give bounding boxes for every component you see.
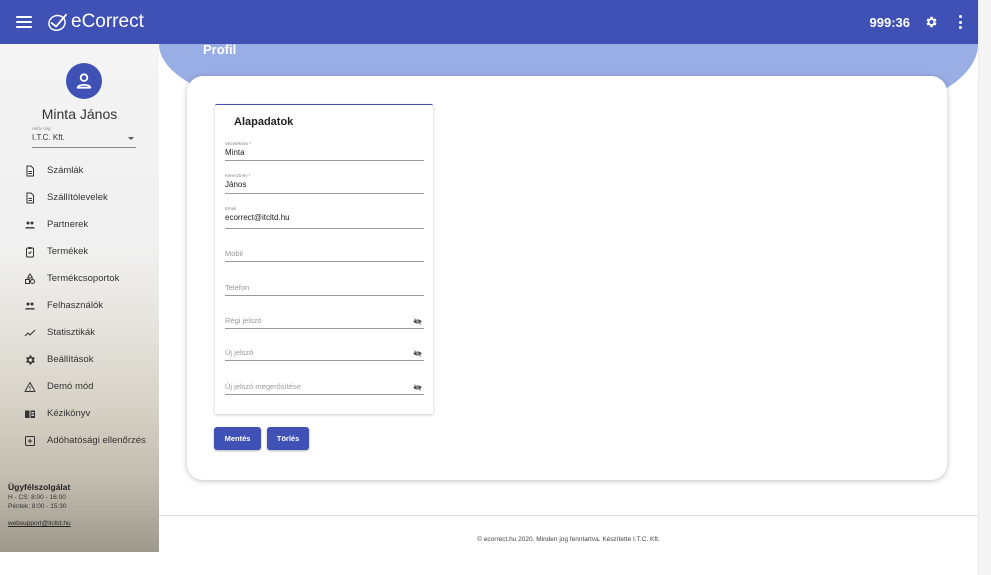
company-select-value: I.T.C. Kft.: [32, 133, 65, 142]
save-button[interactable]: Mentés: [214, 427, 261, 450]
phone-field[interactable]: Telefon: [225, 283, 424, 296]
new-password-field[interactable]: Új jelszó: [225, 348, 424, 361]
phone-placeholder: Telefon: [225, 283, 250, 292]
gear-icon: [26, 355, 35, 365]
page-title: Profil: [203, 42, 237, 57]
footer: © ecorrect.hu 2020. Minden jog fenntartv…: [159, 515, 978, 552]
footer-text: © ecorrect.hu 2020. Minden jog fenntartv…: [477, 536, 660, 543]
firstname-value: János: [225, 180, 247, 189]
sidebar-item-felhasznalok[interactable]: Felhasználók: [0, 292, 159, 319]
sidebar-item-beallitasok[interactable]: Beállítások: [0, 346, 159, 373]
sidebar-item-adohatosagi-ellenorzes[interactable]: Adóhatósági ellenőrzés: [0, 427, 159, 454]
people-icon: [25, 302, 35, 309]
more-vert-icon[interactable]: [958, 15, 962, 29]
mobile-placeholder: Mobil: [225, 249, 243, 258]
sidebar-item-label: Szállítólevelek: [47, 192, 108, 203]
sidebar-item-demo-mod[interactable]: Demó mód: [0, 373, 159, 400]
sidebar-item-label: Termékek: [47, 246, 89, 257]
sidebar-item-label: Statisztikák: [47, 327, 96, 338]
lastname-label: Vezetéknév *: [225, 141, 252, 146]
clipboard-icon: [26, 246, 34, 257]
delete-button[interactable]: Törlés: [267, 427, 309, 450]
chevron-down-icon: [128, 137, 134, 140]
sidebar-item-szallitolevelek[interactable]: Szállítólevelek: [0, 184, 159, 211]
eye-off-icon[interactable]: [413, 318, 422, 325]
profile-card: Alapadatok Vezetéknév * Minta Keresztnév…: [187, 76, 947, 480]
firstname-field[interactable]: Keresztnév * János: [225, 173, 424, 194]
company-select-label: Aktív cég: [32, 126, 51, 131]
lastname-value: Minta: [225, 148, 245, 157]
logo[interactable]: eCorrect: [46, 11, 144, 33]
sidebar-nav: Számlák Szállítólevelek Partnerek Termék…: [0, 157, 159, 454]
confirm-password-placeholder: Új jelszó megerősítése: [225, 382, 301, 391]
plus-box-icon: [25, 435, 35, 446]
email-label: Email: [225, 206, 237, 211]
hamburger-icon[interactable]: [16, 16, 32, 28]
company-select[interactable]: Aktív cég I.T.C. Kft.: [32, 126, 136, 148]
gear-icon[interactable]: [924, 15, 938, 29]
document-icon: [26, 192, 34, 203]
email-value: ecorrect@itcltd.hu: [225, 213, 290, 222]
user-name: Minta János: [41, 106, 118, 122]
top-app-bar: eCorrect 999:36: [0, 0, 978, 44]
check-circle-logo-icon: [48, 13, 67, 32]
sidebar-item-label: Partnerek: [47, 219, 89, 230]
support-info: Ügyfélszolgálat H - CS: 8:00 - 16:00 Pén…: [8, 482, 153, 527]
sidebar: Minta János Aktív cég I.T.C. Kft. Számlá…: [0, 44, 159, 552]
new-password-placeholder: Új jelszó: [225, 348, 254, 357]
support-hours-weekday: H - CS: 8:00 - 16:00: [8, 494, 66, 501]
document-icon: [26, 165, 34, 176]
sidebar-item-label: Beállítások: [47, 354, 94, 365]
email-field[interactable]: Email ecorrect@itcltd.hu: [225, 206, 424, 229]
panel-title: Alapadatok: [234, 116, 294, 128]
support-email-link[interactable]: websupport@itcltd.hu: [8, 520, 153, 527]
sidebar-item-label: Kézikönyv: [47, 408, 91, 419]
sidebar-item-termekek[interactable]: Termékek: [0, 238, 159, 265]
sidebar-item-kezikonyv[interactable]: Kézikönyv: [0, 400, 159, 427]
eye-off-icon[interactable]: [413, 384, 422, 391]
main-content: Profil Alapadatok Vezetéknév * Minta Ker…: [159, 42, 978, 552]
book-icon: [25, 410, 35, 418]
firstname-label: Keresztnév *: [225, 173, 251, 178]
support-title: Ügyfélszolgálat: [8, 482, 71, 492]
sidebar-item-partnerek[interactable]: Partnerek: [0, 211, 159, 238]
lastname-field[interactable]: Vezetéknév * Minta: [225, 141, 424, 161]
support-hours-friday: Péntek: 8:00 - 15:30: [8, 503, 67, 510]
sidebar-item-label: Demó mód: [47, 381, 94, 392]
sidebar-item-termekcsoportok[interactable]: Termékcsoportok: [0, 265, 159, 292]
category-icon: [25, 272, 35, 284]
old-password-field[interactable]: Régi jelszó: [225, 316, 424, 329]
mobile-field[interactable]: Mobil: [225, 249, 424, 262]
sidebar-item-statisztikak[interactable]: Statisztikák: [0, 319, 159, 346]
avatar[interactable]: [66, 63, 102, 99]
sidebar-item-label: Számlák: [47, 165, 84, 176]
confirm-password-field[interactable]: Új jelszó megerősítése: [225, 382, 424, 395]
app-title: eCorrect: [71, 11, 144, 32]
sidebar-item-label: Termékcsoportok: [47, 273, 120, 284]
session-timer: 999:36: [869, 14, 910, 30]
warning-icon: [24, 381, 36, 392]
person-icon: [76, 73, 92, 89]
trend-icon: [24, 329, 36, 336]
sidebar-item-label: Adóhatósági ellenőrzés: [47, 435, 146, 446]
sidebar-item-label: Felhasználók: [47, 300, 103, 311]
people-icon: [25, 221, 35, 228]
eye-off-icon[interactable]: [413, 350, 422, 357]
old-password-placeholder: Régi jelszó: [225, 316, 262, 325]
page-scrollbar[interactable]: [978, 0, 991, 575]
basic-data-panel: Alapadatok Vezetéknév * Minta Keresztnév…: [215, 104, 433, 414]
sidebar-item-szamlak[interactable]: Számlák: [0, 157, 159, 184]
app-root: eCorrect 999:36 Minta János Aktív cég I.…: [0, 0, 991, 575]
